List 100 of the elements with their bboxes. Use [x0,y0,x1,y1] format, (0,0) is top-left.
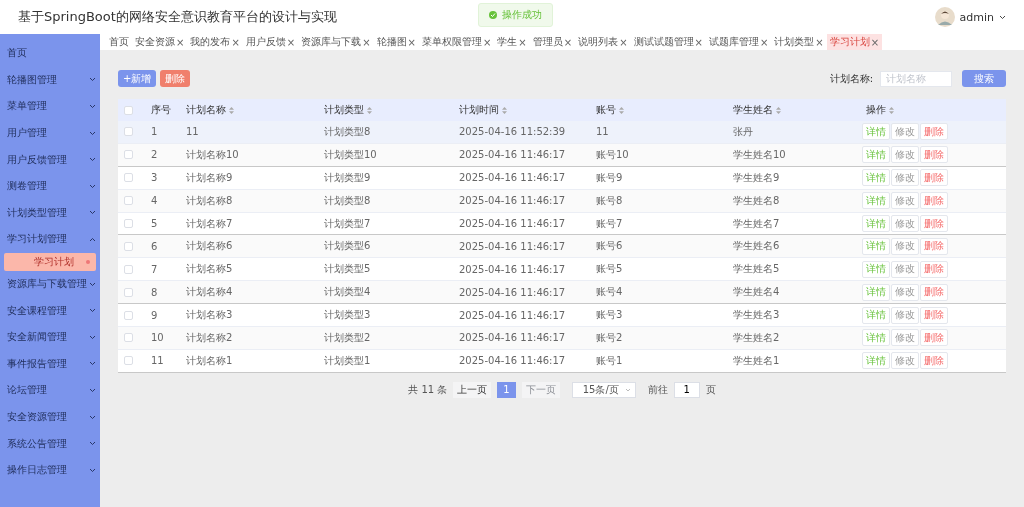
action-button[interactable]: 修改 [891,237,919,255]
page-tab[interactable]: 资源库与下载× [298,34,374,50]
checkbox[interactable] [124,127,133,137]
action-button[interactable]: 修改 [891,283,919,301]
sort-icon[interactable] [776,106,781,114]
sort-icon[interactable] [229,106,234,114]
page-tab[interactable]: 说明列表× [575,34,631,50]
action-button[interactable]: 修改 [891,123,919,141]
action-button[interactable]: 详情 [862,283,890,301]
sidebar-item[interactable]: 用户反馈管理 [0,146,100,173]
action-button[interactable]: 详情 [862,237,890,255]
page-size-select[interactable]: 15条/页 [571,381,636,398]
close-icon[interactable]: × [231,36,240,48]
sidebar-item[interactable]: 轮播图管理 [0,66,100,94]
page-tab[interactable]: 测试试题管理× [630,34,706,50]
checkbox[interactable] [124,264,133,274]
sidebar-item[interactable]: 首页 [0,40,100,67]
page-tab[interactable]: 首页 [106,34,132,50]
prev-page-button[interactable]: 上一页 [453,381,492,398]
page-input[interactable]: 1 [673,381,700,398]
checkbox[interactable] [124,173,133,183]
sidebar-item[interactable]: 资源库与下载管理 [0,270,100,298]
close-icon[interactable]: × [815,36,824,48]
close-icon[interactable]: × [286,36,296,48]
sidebar-subitem[interactable]: 学习计划 [4,252,96,271]
checkbox[interactable] [124,333,133,343]
page-tab[interactable]: 计划类型× [771,34,827,50]
close-icon[interactable]: × [362,36,371,48]
avatar-icon[interactable] [934,7,955,27]
close-icon[interactable]: × [407,36,416,48]
sidebar-item[interactable]: 事件报告管理 [0,350,100,378]
close-icon[interactable]: × [619,36,628,48]
sidebar-item[interactable]: 测卷管理 [0,172,100,200]
sidebar-item[interactable]: 菜单管理 [0,93,100,120]
page-tab[interactable]: 学生× [494,34,530,50]
sidebar-item[interactable]: 安全资源管理 [0,403,100,431]
page-tab[interactable]: 我的发布× [187,34,243,50]
close-icon[interactable]: × [563,36,573,48]
action-button[interactable]: 删除 [920,169,948,187]
action-button[interactable]: 修改 [891,306,919,324]
sort-icon[interactable] [367,106,372,114]
action-button[interactable]: 详情 [862,352,890,370]
search-button[interactable]: 搜索 [962,70,1006,87]
action-button[interactable]: 详情 [862,329,890,347]
close-icon[interactable]: × [694,36,703,48]
page-tab[interactable]: 试题库管理× [705,34,772,50]
action-button[interactable]: 修改 [891,329,919,347]
action-button[interactable]: 修改 [891,352,919,370]
sidebar-item[interactable]: 学习计划管理 [0,226,100,253]
action-button[interactable]: 详情 [862,123,890,141]
checkbox[interactable] [124,196,133,206]
sidebar-item[interactable]: 操作日志管理 [0,456,100,484]
sidebar-item[interactable]: 系统公告管理 [0,430,100,457]
checkbox[interactable] [124,356,133,366]
action-button[interactable]: 修改 [891,146,919,164]
action-button[interactable]: 详情 [862,146,890,164]
page-tab[interactable]: 安全资源× [132,34,188,50]
action-button[interactable]: 删除 [920,146,948,164]
sidebar-item[interactable]: 安全课程管理 [0,297,100,324]
action-button[interactable]: 修改 [891,169,919,187]
action-button[interactable]: 删除 [920,260,948,278]
action-button[interactable]: 详情 [862,215,890,232]
close-icon[interactable]: × [518,36,527,48]
action-button[interactable]: 删除 [920,352,948,370]
close-icon[interactable]: × [482,36,492,48]
action-button[interactable]: 删除 [920,283,948,301]
page-tab[interactable]: 学习计划× [826,34,883,50]
action-button[interactable]: 详情 [862,306,890,324]
checkbox[interactable] [124,219,133,228]
page-tab[interactable]: 管理员× [529,34,576,50]
sort-icon[interactable] [502,106,507,114]
action-button[interactable]: 删除 [920,306,948,324]
caret-icon[interactable] [999,14,1006,20]
sort-icon[interactable] [619,106,624,114]
close-icon[interactable]: × [870,36,880,48]
page-tab[interactable]: 用户反馈× [242,34,299,50]
add-button[interactable]: +新增 [118,70,157,87]
action-button[interactable]: 删除 [920,192,948,210]
checkbox[interactable] [124,105,133,115]
page-tab[interactable]: 菜单权限管理× [418,34,495,50]
action-button[interactable]: 修改 [891,192,919,210]
action-button[interactable]: 详情 [862,260,890,278]
action-button[interactable]: 删除 [920,123,948,141]
action-button[interactable]: 详情 [862,192,890,210]
sidebar-item[interactable]: 用户管理 [0,119,100,147]
action-button[interactable]: 详情 [862,169,890,187]
sidebar-item[interactable]: 计划类型管理 [0,199,100,227]
checkbox[interactable] [124,310,133,320]
user-name[interactable]: admin [959,10,994,24]
sidebar-item[interactable]: 安全新闻管理 [0,323,100,351]
delete-button[interactable]: 删除 [160,70,191,87]
page-number[interactable]: 1 [497,381,516,398]
sidebar-item[interactable]: 论坛管理 [0,377,100,404]
action-button[interactable]: 删除 [920,215,948,232]
close-icon[interactable]: × [759,36,769,48]
action-button[interactable]: 修改 [891,215,919,232]
action-button[interactable]: 修改 [891,260,919,278]
close-icon[interactable]: × [176,36,185,48]
checkbox[interactable] [124,150,133,160]
checkbox[interactable] [124,241,133,251]
